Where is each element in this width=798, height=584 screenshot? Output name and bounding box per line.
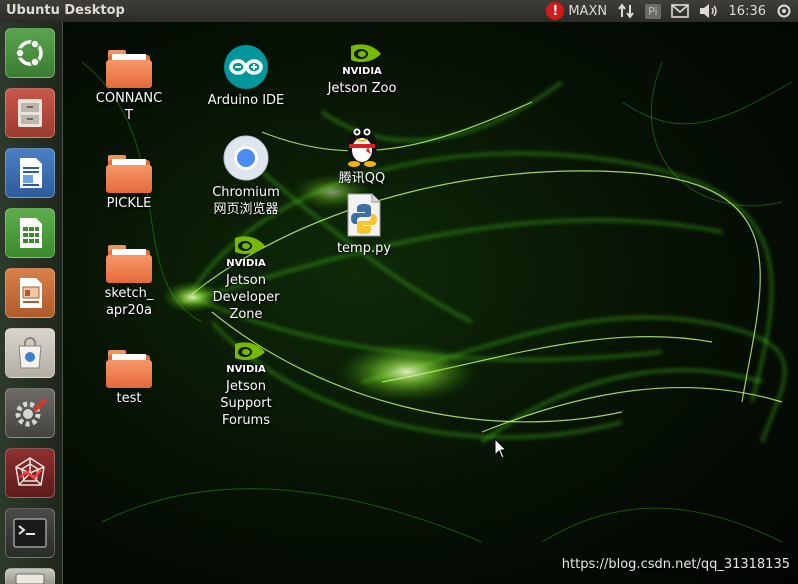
folder-icon (106, 350, 152, 388)
temp-py-file[interactable]: temp.py (316, 192, 412, 257)
folder-label: test (116, 391, 142, 406)
terminal-icon (13, 518, 47, 548)
system-tray: ! MAXN Pi 16:36 (546, 0, 798, 22)
arduino-icon (224, 45, 268, 89)
ubuntu-logo-icon (15, 39, 43, 67)
arduino-label: Arduino IDE (207, 93, 285, 108)
python-file-icon (347, 193, 381, 237)
folder-label: PICKLE (106, 196, 152, 211)
spider-web-icon (15, 457, 45, 486)
nvidia-wordmark: NVIDIA (226, 364, 266, 375)
mouse-pointer-icon (494, 438, 508, 459)
watermark-url: https://blog.csdn.net/qq_31318135 (561, 557, 790, 572)
alert-icon: ! (546, 2, 565, 20)
chromium-icon (223, 135, 269, 181)
writer-doc-icon (20, 158, 42, 188)
folder-icon (106, 50, 152, 88)
shopping-bag-icon (18, 337, 42, 369)
launcher-terminal[interactable] (5, 508, 55, 558)
nvidia-wordmark: NVIDIA (342, 66, 382, 77)
jetson-developer-zone-link[interactable]: NVIDIA Jetson Developer Zone (198, 232, 294, 323)
jetson-zoo-link[interactable]: NVIDIA Jetson Zoo (314, 40, 410, 97)
network-indicator[interactable] (617, 3, 635, 19)
folder-connanct[interactable]: CONNANC T (81, 50, 177, 124)
network-arrows-icon (618, 3, 634, 19)
session-menu[interactable] (776, 3, 792, 19)
jetson-support-forums-link[interactable]: NVIDIA Jetson Support Forums (198, 338, 294, 429)
arduino-ide-launcher[interactable]: Arduino IDE (198, 44, 294, 109)
jetson-developer-zone-label: Jetson Developer Zone (212, 273, 280, 322)
launcher-software-center[interactable] (5, 328, 55, 378)
temp-py-label: temp.py (336, 241, 392, 256)
launcher-disk[interactable] (5, 568, 55, 584)
qq-launcher[interactable]: 腾讯QQ (314, 118, 410, 187)
power-mode-indicator[interactable]: ! MAXN (546, 2, 607, 20)
nvidia-logo-icon: NVIDIA (226, 342, 266, 375)
launcher-writer[interactable] (5, 148, 55, 198)
qq-label: 腾讯QQ (338, 171, 386, 186)
power-gear-icon (777, 4, 791, 18)
launcher-system-settings[interactable] (5, 388, 55, 438)
clock-time: 16:36 (728, 3, 766, 19)
nvidia-wordmark: NVIDIA (226, 258, 266, 269)
qq-penguin-icon (347, 128, 377, 167)
launcher-impress[interactable] (5, 268, 55, 318)
folder-test[interactable]: test (81, 350, 177, 407)
top-panel: Ubuntu Desktop ! MAXN Pi 16:36 (0, 0, 798, 22)
folder-label: sketch_ apr20a (104, 286, 154, 318)
nvidia-logo-icon: NVIDIA (342, 44, 382, 77)
nvidia-logo-icon: NVIDIA (226, 236, 266, 269)
folder-sketch-apr20a[interactable]: sketch_ apr20a (81, 245, 177, 319)
power-mode-label: MAXN (568, 3, 608, 19)
clock[interactable]: 16:36 (729, 4, 766, 19)
gear-wrench-icon (15, 398, 47, 427)
launcher-files[interactable] (5, 88, 55, 138)
jetson-zoo-label: Jetson Zoo (327, 81, 397, 96)
input-method-indicator[interactable]: Pi (645, 3, 661, 19)
chromium-launcher[interactable]: Chromium 网页浏览器 (198, 134, 294, 218)
disk-drive-icon (15, 573, 45, 584)
calc-spreadsheet-icon (20, 218, 42, 248)
speaker-icon (699, 4, 717, 18)
folder-label: CONNANC T (95, 91, 163, 123)
messaging-indicator[interactable] (670, 4, 689, 18)
impress-slides-icon (20, 278, 42, 308)
pi-icon: Pi (645, 3, 661, 19)
jetson-support-forums-label: Jetson Support Forums (220, 379, 272, 428)
launcher-web-app[interactable] (5, 448, 55, 498)
window-title: Ubuntu Desktop (6, 3, 125, 18)
folder-icon (106, 155, 152, 193)
launcher-calc[interactable] (5, 208, 55, 258)
chromium-label: Chromium 网页浏览器 (212, 185, 280, 217)
sound-indicator[interactable] (699, 3, 719, 19)
file-cabinet-icon (18, 99, 42, 127)
envelope-icon (670, 4, 689, 18)
folder-pickle[interactable]: PICKLE (81, 155, 177, 212)
launcher-dash-home[interactable] (5, 28, 55, 78)
folder-icon (106, 245, 152, 283)
launcher (0, 22, 63, 584)
